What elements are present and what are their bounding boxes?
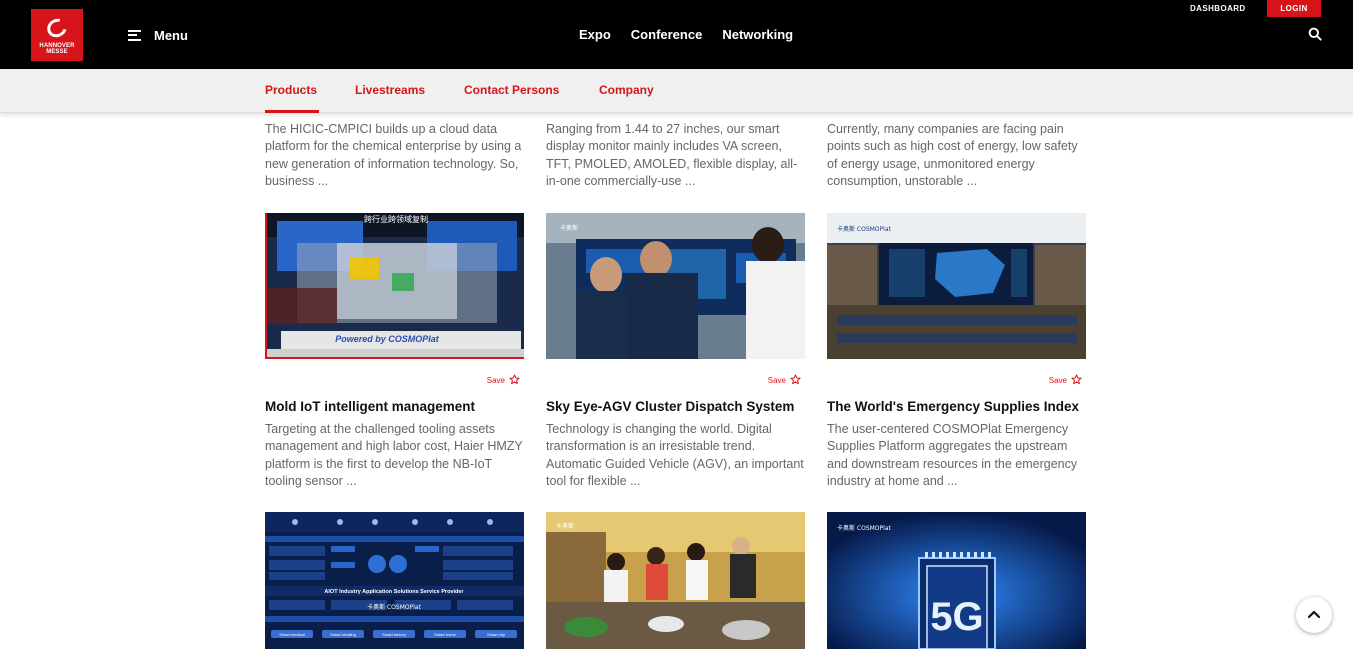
tab-products[interactable]: Products <box>265 83 317 97</box>
product-title[interactable]: Mold IoT intelligent management <box>265 399 535 414</box>
login-button[interactable]: LOGIN <box>1267 0 1321 17</box>
image-brand-text: 卡奥斯 <box>556 522 574 530</box>
save-button[interactable]: Save <box>460 374 520 386</box>
chip-smart-city: Smart city <box>487 632 505 637</box>
product-title[interactable]: The World's Emergency Supplies Index <box>827 399 1097 414</box>
product-description: Technology is changing the world. Digita… <box>546 422 804 488</box>
product-description: Ranging from 1.44 to 27 inches, our smar… <box>546 122 798 188</box>
product-image-aiot-platform[interactable]: AIOT Industry Application Solutions Serv… <box>265 512 524 649</box>
save-label: Save <box>767 376 786 385</box>
logo-swirl-icon <box>43 15 71 41</box>
chevron-up-icon <box>1307 610 1321 619</box>
image-banner-text: 跨行业跨领域复制 <box>364 214 428 224</box>
image-brand-text: 卡奥斯 <box>560 224 578 232</box>
tab-company[interactable]: Company <box>599 83 654 97</box>
dashboard-link[interactable]: DASHBOARD <box>1190 4 1246 13</box>
chip-smart-medical: Smart medical <box>279 632 305 637</box>
5g-chip-text: 5G <box>930 595 983 639</box>
image-caption-text: Powered by COSMOPlat <box>335 334 440 344</box>
image-brand-text: 卡奥斯 COSMOPlat <box>837 524 891 532</box>
save-button[interactable]: Save <box>741 374 801 386</box>
product-image-food-workshop[interactable]: 卡奥斯 <box>546 512 805 649</box>
product-image-5g[interactable]: 5G 卡奥斯 COSMOPlat <box>827 512 1086 649</box>
product-description: Targeting at the challenged tooling asse… <box>265 422 523 488</box>
save-label: Save <box>1048 376 1067 385</box>
chip-smart-home: Smart home <box>434 632 457 637</box>
products-grid: The HICIC-CMPICI builds up a cloud data … <box>0 113 1353 649</box>
star-outline-icon <box>509 374 520 385</box>
hamburger-icon <box>128 29 141 41</box>
logo-text-line2: MESSE <box>46 49 68 55</box>
image-heading-text: AIOT Industry Application Solutions Serv… <box>324 589 464 595</box>
top-header: HANNOVER MESSE Menu Expo Conference Netw… <box>0 0 1353 69</box>
chip-smart-factory: Smart factory <box>382 632 406 637</box>
chip-smart-retailing: Smart retailing <box>330 632 356 637</box>
menu-label: Menu <box>154 27 188 43</box>
tab-livestreams[interactable]: Livestreams <box>355 83 425 97</box>
star-outline-icon <box>1071 374 1082 385</box>
menu-button[interactable]: Menu <box>128 25 188 45</box>
product-description: The HICIC-CMPICI builds up a cloud data … <box>265 122 522 188</box>
tab-contact-persons[interactable]: Contact Persons <box>464 83 559 97</box>
scroll-to-top-button[interactable] <box>1296 597 1332 633</box>
save-button[interactable]: Save <box>1022 374 1082 386</box>
main-nav: Expo Conference Networking <box>579 27 793 42</box>
star-outline-icon <box>790 374 801 385</box>
hannover-messe-logo[interactable]: HANNOVER MESSE <box>31 9 83 61</box>
product-image-sky-eye[interactable]: 卡奥斯 <box>546 213 805 359</box>
nav-conference[interactable]: Conference <box>631 27 703 42</box>
active-tab-indicator <box>265 110 319 113</box>
save-label: Save <box>486 376 505 385</box>
nav-networking[interactable]: Networking <box>722 27 793 42</box>
product-description: The user-centered COSMOPlat Emergency Su… <box>827 422 1078 488</box>
search-icon[interactable] <box>1308 27 1322 41</box>
product-image-mold-iot[interactable]: 跨行业跨领域复制 Powered by COSMOPlat <box>265 213 524 359</box>
image-brand-text: 卡奥斯 COSMOPlat <box>837 225 891 233</box>
exhibitor-tabs: Products Livestreams Contact Persons Com… <box>0 69 1353 113</box>
product-title[interactable]: Sky Eye-AGV Cluster Dispatch System <box>546 399 816 414</box>
product-image-emergency-index[interactable]: 卡奥斯 COSMOPlat <box>827 213 1086 359</box>
nav-expo[interactable]: Expo <box>579 27 611 42</box>
image-brand-text: 卡奥斯 COSMOPlat <box>367 603 421 611</box>
product-description: Currently, many companies are facing pai… <box>827 122 1078 188</box>
